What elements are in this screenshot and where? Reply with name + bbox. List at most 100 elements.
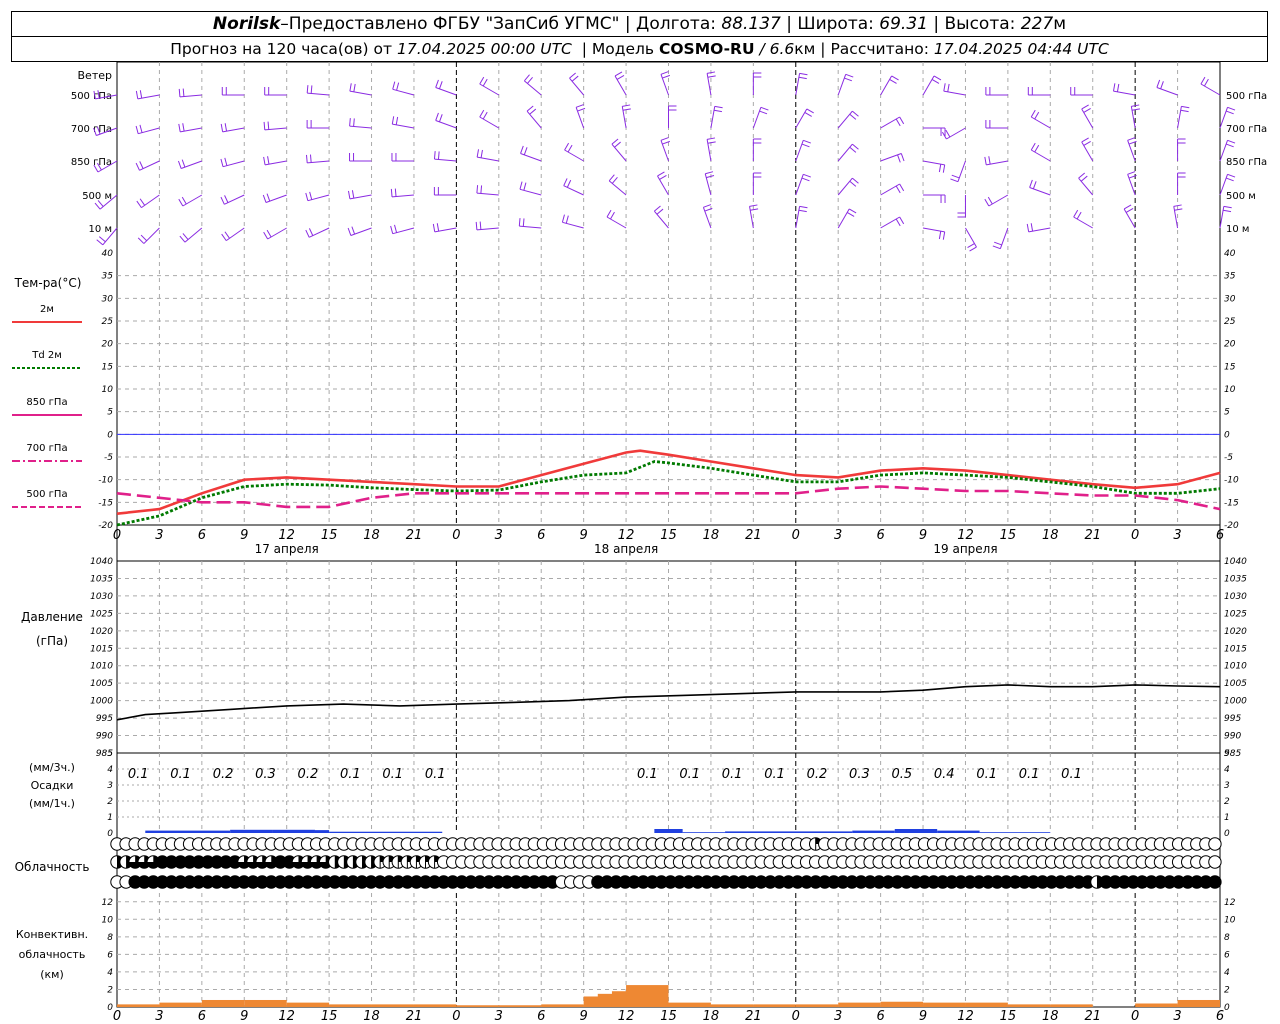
y-tick-label-left: -15 [98, 498, 113, 508]
temp-x-tick-label: 21 [406, 528, 423, 543]
wind-barb-feather [899, 116, 905, 125]
wind-barb-feather [391, 116, 395, 125]
wind-barb-feather [1026, 223, 1030, 232]
wind-barb-feather [177, 160, 182, 169]
y-tick-label-left: 995 [96, 714, 113, 724]
wind-barb-feather [263, 121, 266, 130]
wind-barb [526, 105, 542, 129]
wind-barb-feather [564, 142, 570, 151]
wind-barb-feather [571, 75, 579, 82]
wind-barb-feather [1180, 109, 1189, 113]
precip-3h-label: 0.1 [1061, 767, 1082, 782]
wind-barb-feather [889, 78, 897, 84]
wind-barb-staff [999, 227, 1009, 249]
wind-barb-feather [476, 149, 480, 158]
wind-barb [349, 153, 372, 162]
wind-barb-feather [707, 71, 716, 74]
precip-3h-label: 0.5 [891, 767, 912, 782]
y-tick-label-right: 25 [1224, 317, 1236, 327]
y-tick-label-right: 40 [1224, 249, 1236, 259]
wind-barb-feather [942, 164, 946, 173]
wind-barb-feather [1080, 175, 1088, 182]
wind-barb-staff [1156, 87, 1178, 96]
wind-barb-staff [476, 192, 499, 196]
wind-barb-feather [139, 124, 143, 133]
y-tick-label-right: 1025 [1224, 609, 1247, 619]
wind-barb-staff [526, 110, 542, 129]
conv-x-tick-label: 9 [919, 1009, 927, 1024]
precip-3h-label: 0.1 [679, 767, 700, 782]
wind-barb [795, 72, 808, 96]
y-tick-label-right: 5 [1224, 408, 1230, 418]
convective-bar [923, 1002, 966, 1007]
wind-barb-feather [394, 188, 397, 197]
temp-x-tick-label: 6 [876, 528, 884, 543]
wind-barb-feather [1181, 105, 1190, 109]
wind-barb-feather [1030, 109, 1036, 118]
wind-barb-feather [305, 229, 310, 238]
wind-barb-staff [520, 153, 542, 162]
wind-barb-feather [98, 236, 106, 243]
wind-barb-staff [479, 116, 500, 129]
precip-bar [894, 829, 938, 833]
y-tick-label-right: 1035 [1224, 574, 1247, 584]
y-tick-label-left: 20 [102, 340, 114, 350]
wind-barb-feather [567, 144, 573, 153]
wind-barb-staff [795, 73, 801, 96]
wind-barb-staff [946, 127, 966, 140]
wind-barb-feather [657, 171, 665, 177]
wind-barb-feather [139, 90, 143, 99]
wind-barb-staff [795, 174, 804, 196]
wind-barb [984, 194, 1009, 207]
conv-axis-units: (км) [40, 968, 64, 981]
wind-barb-staff [1081, 141, 1094, 162]
temp-x-tick-label: 18 [363, 528, 380, 543]
y-tick-label-right: 3 [1224, 781, 1230, 791]
conv-x-tick-label: 0 [113, 1009, 121, 1024]
y-tick-label-left: 1035 [90, 574, 113, 584]
wind-barb-staff [392, 194, 415, 198]
convective-bar [710, 1004, 754, 1007]
precip-3h-label: 0.1 [764, 767, 785, 782]
conv-x-tick-label: 6 [1216, 1009, 1224, 1024]
wind-barb-feather [801, 143, 810, 148]
wind-barb-feather [660, 71, 669, 75]
wind-barb [922, 160, 946, 173]
temp-x-tick-label: 15 [660, 528, 677, 543]
wind-barb-feather [659, 174, 667, 180]
wind-barb-feather [347, 227, 352, 236]
y-tick-label-right: 8 [1224, 933, 1230, 943]
y-tick-label-right: 1020 [1224, 627, 1247, 637]
wind-barb-staff [477, 156, 499, 162]
wind-barb-feather [705, 171, 714, 175]
y-tick-label-right: 10 [1224, 385, 1236, 395]
wind-barb [390, 224, 415, 235]
wind-barb [922, 75, 942, 96]
wind-barb-feather [938, 164, 942, 173]
wind-barb [752, 172, 762, 195]
wind-barb [135, 90, 160, 100]
wind-barb-staff [608, 180, 627, 196]
y-tick-label-left: 1015 [90, 644, 113, 654]
wind-barb-feather [941, 131, 947, 140]
y-tick-label-left: 15 [102, 362, 114, 372]
wind-barb-feather [518, 218, 521, 227]
wind-barb [135, 124, 160, 135]
wind-barb-staff [1073, 216, 1093, 229]
wind-barb [1081, 137, 1094, 162]
wind-barb-feather [522, 218, 525, 227]
wind-barb-staff [965, 227, 977, 248]
precip-3h-label: 0.2 [213, 767, 234, 782]
wind-barb [220, 123, 245, 133]
wind-barb-feather [140, 234, 148, 242]
wind-barb [177, 159, 203, 169]
precip-bar [937, 830, 980, 833]
y-tick-label-left: 3 [107, 781, 113, 791]
wind-barb [837, 143, 859, 162]
wind-barb-feather [1227, 139, 1236, 144]
wind-barb [752, 72, 762, 95]
temp-x-tick-label: 9 [240, 528, 248, 543]
wind-barb-feather [135, 90, 139, 99]
wind-barb-feather [310, 85, 313, 94]
wind-barb-staff [392, 123, 415, 129]
